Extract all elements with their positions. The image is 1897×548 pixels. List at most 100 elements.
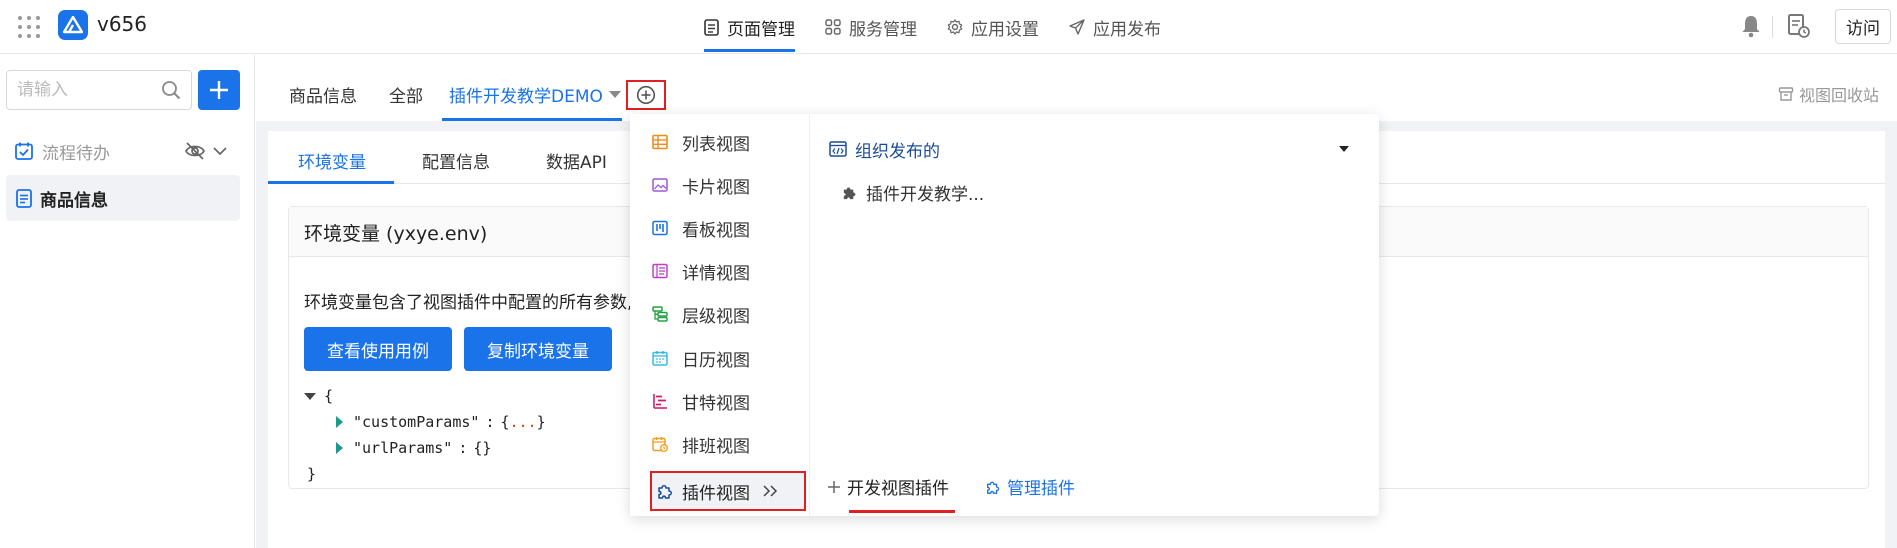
- view-type-list-view[interactable]: 列表视图: [652, 127, 750, 157]
- top-bar: v656 页面管理 服务管理 应用设置 应用发布 访问: [0, 0, 1897, 54]
- view-type-list: 列表视图 卡片视图 看板视图 详情视图 层级视图 日历视图 甘特视图 排班视图: [630, 114, 810, 516]
- develop-view-plugin-button[interactable]: 开发视图插件: [827, 474, 955, 513]
- search-icon[interactable]: [161, 80, 181, 100]
- calendar-check-icon: [15, 142, 33, 160]
- calendar-icon: [652, 351, 668, 366]
- json-row-custom-params[interactable]: "customParams" : { ... }: [304, 409, 546, 435]
- page-icon: [704, 18, 719, 36]
- caret-down-icon[interactable]: [608, 90, 621, 99]
- view-type-detail-view[interactable]: 详情视图: [652, 256, 750, 286]
- gear-icon: [947, 19, 963, 35]
- plugin-footer: 开发视图插件 管理插件: [827, 474, 1075, 513]
- top-nav: 页面管理 服务管理 应用设置 应用发布: [704, 0, 1161, 54]
- sidebar-search: [6, 70, 192, 110]
- view-tab-goods-info[interactable]: 商品信息: [289, 82, 357, 107]
- manage-plugins-button[interactable]: 管理插件: [985, 474, 1075, 499]
- json-brace: {: [500, 413, 510, 431]
- view-type-calendar-view[interactable]: 日历视图: [652, 343, 750, 373]
- caret-right-icon[interactable]: [336, 442, 343, 454]
- plugin-item[interactable]: 插件开发教学...: [841, 180, 984, 205]
- json-root-row[interactable]: {: [304, 383, 546, 409]
- json-row-url-params[interactable]: "urlParams" : {}: [304, 435, 546, 461]
- json-colon: :: [485, 413, 495, 431]
- plus-icon: [210, 81, 228, 99]
- double-chevron-right-icon: [763, 485, 778, 497]
- bell-icon[interactable]: [1740, 14, 1762, 38]
- view-type-label: 甘特视图: [682, 393, 750, 414]
- caret-down-icon[interactable]: [304, 392, 316, 400]
- view-type-gantt-view[interactable]: 甘特视图: [652, 386, 750, 416]
- hierarchy-icon: [652, 306, 668, 322]
- view-tab-plugin-demo[interactable]: 插件开发教学DEMO: [449, 82, 621, 107]
- chevron-down-icon[interactable]: [212, 141, 228, 161]
- sub-tab-data-api[interactable]: 数据API: [546, 148, 607, 173]
- sidebar-item-goods-info[interactable]: 商品信息: [6, 175, 240, 221]
- view-examples-button[interactable]: 查看使用用例: [304, 327, 452, 371]
- json-tree: { "customParams" : { ... } "urlParams" :…: [304, 383, 546, 487]
- puzzle-icon: [658, 485, 672, 499]
- view-type-label: 插件视图: [682, 483, 750, 504]
- visit-button[interactable]: 访问: [1835, 9, 1891, 44]
- view-type-label: 列表视图: [682, 134, 750, 155]
- view-type-hierarchy-view[interactable]: 层级视图: [652, 299, 750, 329]
- document-clock-icon[interactable]: [1787, 13, 1811, 39]
- view-type-card-view[interactable]: 卡片视图: [652, 170, 750, 200]
- document-icon: [16, 188, 32, 208]
- nav-label: 服务管理: [849, 19, 917, 40]
- json-root-close: }: [304, 461, 546, 487]
- app-logo: [58, 10, 88, 40]
- gantt-icon: [653, 394, 667, 409]
- json-brace: {: [324, 387, 334, 405]
- sidebar-item-label: 流程待办: [42, 143, 110, 164]
- plus-circle-icon: [636, 85, 656, 105]
- sub-tab-config[interactable]: 配置信息: [422, 148, 490, 173]
- divider: [1772, 16, 1773, 38]
- kanban-icon: [652, 220, 668, 236]
- caret-down-icon[interactable]: [1339, 146, 1349, 152]
- eye-off-icon[interactable]: [184, 141, 206, 161]
- table-icon: [652, 134, 668, 150]
- plugin-list-panel: 组织发布的 插件开发教学... 开发视图插件 管理插件: [811, 114, 1379, 516]
- view-type-kanban-view[interactable]: 看板视图: [652, 213, 750, 243]
- grid-services-icon: [825, 19, 841, 35]
- image-card-icon: [652, 178, 668, 192]
- recycle-bin-icon: [1778, 87, 1794, 101]
- sidebar-item-label: 商品信息: [40, 190, 108, 211]
- nav-app-publish[interactable]: 应用发布: [1069, 0, 1161, 54]
- view-type-label: 日历视图: [682, 350, 750, 371]
- nav-app-settings[interactable]: 应用设置: [947, 0, 1039, 54]
- add-page-button[interactable]: [198, 70, 240, 110]
- send-icon: [1069, 19, 1085, 35]
- json-brace: }: [536, 413, 546, 431]
- sidebar-item-workflow-todo[interactable]: 流程待办: [14, 135, 240, 167]
- view-recycle-bin[interactable]: 视图回收站: [1778, 82, 1879, 106]
- env-description: 环境变量包含了视图插件中配置的所有参数,: [304, 293, 633, 313]
- code-window-icon: [829, 141, 847, 157]
- org-published-label: 组织发布的: [855, 141, 940, 162]
- nav-page-management[interactable]: 页面管理: [704, 0, 795, 54]
- nav-label: 应用设置: [971, 19, 1039, 40]
- develop-view-plugin-label: 开发视图插件: [847, 479, 949, 499]
- search-input[interactable]: [7, 71, 147, 109]
- app-grid-icon[interactable]: [18, 16, 40, 38]
- add-view-button[interactable]: [626, 80, 666, 110]
- view-tab-all[interactable]: 全部: [389, 82, 423, 107]
- view-type-label: 详情视图: [682, 263, 750, 284]
- sidebar-item-tools: [184, 141, 228, 161]
- sub-tab-env-vars[interactable]: 环境变量: [298, 148, 366, 173]
- nav-service-management[interactable]: 服务管理: [825, 0, 917, 54]
- nav-label: 页面管理: [727, 19, 795, 40]
- view-tabs: 商品信息 全部 插件开发教学DEMO 视图回收站: [256, 55, 1897, 121]
- recycle-bin-label: 视图回收站: [1798, 86, 1879, 105]
- view-type-schedule-view[interactable]: 排班视图: [652, 429, 750, 459]
- org-published-select[interactable]: 组织发布的: [829, 134, 1359, 164]
- caret-right-icon[interactable]: [336, 416, 343, 428]
- plus-icon: [828, 480, 840, 493]
- app-title: v656: [97, 12, 148, 36]
- schedule-icon: [652, 437, 668, 452]
- view-type-label: 卡片视图: [682, 177, 750, 198]
- view-type-plugin-view[interactable]: 插件视图: [650, 471, 806, 511]
- copy-env-button[interactable]: 复制环境变量: [464, 327, 612, 371]
- detail-icon: [652, 263, 668, 279]
- json-ellipsis[interactable]: ...: [510, 409, 537, 435]
